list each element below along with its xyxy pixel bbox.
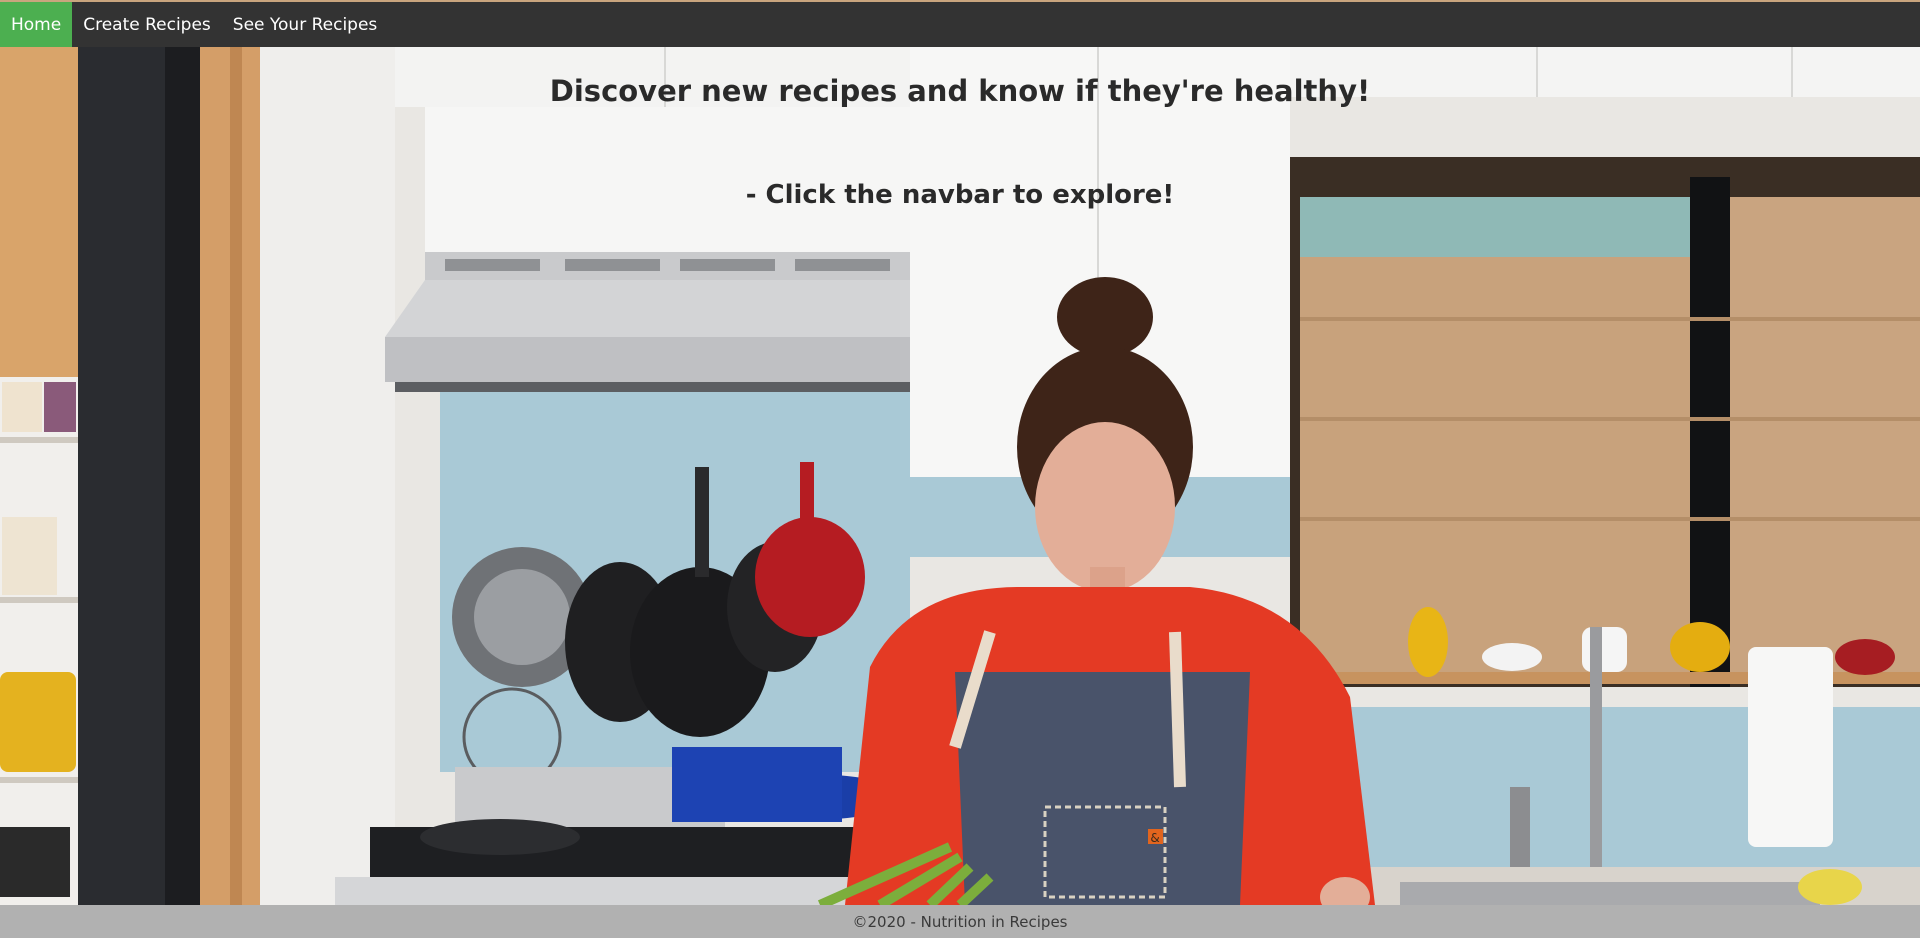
navbar: Home Create Recipes See Your Recipes [0, 2, 1920, 47]
nav-home[interactable]: Home [0, 2, 73, 47]
footer-copyright: ©2020 - Nutrition in Recipes [852, 912, 1068, 931]
footer: ©2020 - Nutrition in Recipes [0, 905, 1920, 938]
hero-headline: Discover new recipes and know if they're… [549, 74, 1371, 108]
hero-text-overlay: Discover new recipes and know if they're… [0, 47, 1920, 905]
hero-subheadline: - Click the navbar to explore! [745, 180, 1175, 210]
hero-background-image: & Discover new recipes and know if they'… [0, 47, 1920, 905]
nav-create-recipes[interactable]: Create Recipes [72, 2, 222, 47]
nav-see-your-recipes[interactable]: See Your Recipes [222, 2, 389, 47]
